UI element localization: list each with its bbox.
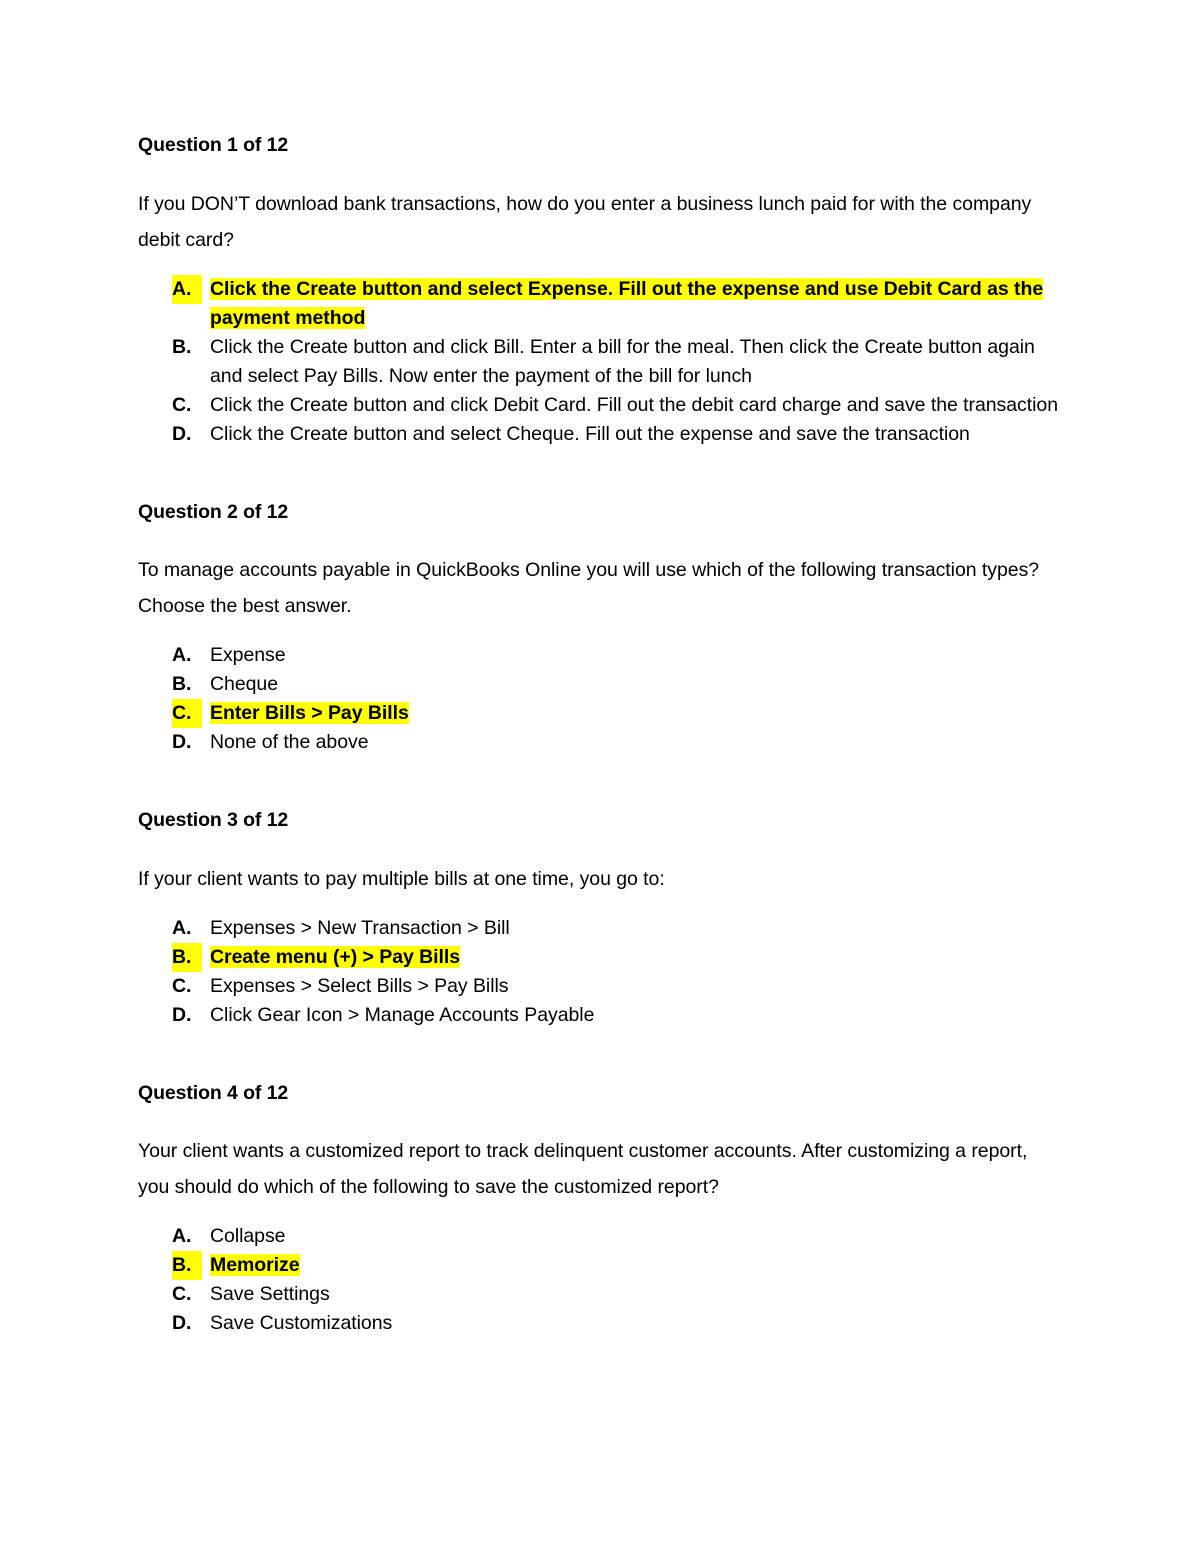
- option-text: Click Gear Icon > Manage Accounts Payabl…: [210, 1003, 595, 1026]
- option-text: None of the above: [210, 731, 369, 753]
- question-block-2: Question 2 of 12 To manage accounts paya…: [138, 500, 1062, 758]
- option-c[interactable]: C. Click the Create button and click Debi…: [138, 391, 1062, 420]
- question-heading: Question 1 of 12: [138, 134, 289, 156]
- option-marker: C.: [172, 393, 192, 416]
- option-text: Expenses > Select Bills > Pay Bills: [210, 974, 509, 997]
- option-marker: D.: [172, 731, 192, 753]
- option-text: Cheque: [210, 673, 279, 695]
- option-text: Click the Create button and click Debit …: [210, 393, 1058, 416]
- option-text: Expenses > New Transaction > Bill: [210, 916, 510, 939]
- option-marker: A.: [172, 1225, 192, 1247]
- option-b[interactable]: B. Memorize: [138, 1251, 1062, 1280]
- document-page: Question 1 of 12 If you DON’T download b…: [0, 0, 1200, 1553]
- option-d[interactable]: D. Save Customizations: [138, 1309, 1062, 1338]
- option-a[interactable]: A. Expense: [138, 641, 1062, 670]
- option-marker: A.: [172, 644, 192, 666]
- question-stem: If you DON’T download bank transactions,…: [138, 192, 1032, 251]
- option-text: Save Customizations: [210, 1312, 393, 1334]
- option-b[interactable]: B. Create menu (+) > Pay Bills: [138, 942, 1062, 972]
- option-marker: B.: [172, 1251, 202, 1280]
- options-list: A. Expenses > New Transaction > Bill B. Cr…: [138, 914, 1062, 1030]
- option-marker: A.: [172, 274, 202, 304]
- question-heading: Question 4 of 12: [138, 1081, 289, 1104]
- option-marker: C.: [172, 1283, 192, 1305]
- option-c[interactable]: C. Enter Bills > Pay Bills: [138, 699, 1062, 728]
- option-marker: D.: [172, 1003, 192, 1026]
- option-text: Save Settings: [210, 1283, 330, 1305]
- option-text: Create menu (+) > Pay Bills: [210, 945, 461, 968]
- option-text: Expense: [210, 644, 286, 666]
- option-marker: A.: [172, 916, 192, 939]
- option-b[interactable]: B. Cheque: [138, 670, 1062, 699]
- question-stem: If your client wants to pay multiple bil…: [138, 867, 665, 890]
- option-text: Collapse: [210, 1225, 286, 1247]
- option-marker: B.: [172, 942, 202, 972]
- option-marker: D.: [172, 1312, 192, 1334]
- option-a[interactable]: A. Click the Create button and select Exp…: [138, 274, 1062, 333]
- option-marker: C.: [172, 699, 202, 728]
- question-block-4: Question 4 of 12 Your client wants a cus…: [138, 1081, 1062, 1339]
- option-text: Click the Create button and click Bill. …: [210, 335, 1035, 387]
- option-text: Click the Create button and select Expen…: [210, 277, 1044, 329]
- option-d[interactable]: D. Click the Create button and select Che…: [138, 420, 1062, 449]
- option-text: Memorize: [210, 1254, 300, 1276]
- option-marker: B.: [172, 673, 192, 695]
- options-list: A. Collapse B. Memorize C. Save Settings D.…: [138, 1222, 1062, 1338]
- question-stem: To manage accounts payable in QuickBooks…: [138, 559, 1040, 617]
- question-heading: Question 3 of 12: [138, 809, 289, 831]
- option-c[interactable]: C. Save Settings: [138, 1280, 1062, 1309]
- option-d[interactable]: D. Click Gear Icon > Manage Accounts Paya…: [138, 1001, 1062, 1030]
- question-block-3: Question 3 of 12 If your client wants to…: [138, 809, 1062, 1030]
- question-block-1: Question 1 of 12 If you DON’T download b…: [138, 134, 1062, 449]
- option-c[interactable]: C. Expenses > Select Bills > Pay Bills: [138, 972, 1062, 1001]
- option-d[interactable]: D. None of the above: [138, 728, 1062, 757]
- option-b[interactable]: B. Click the Create button and click Bill…: [138, 333, 1062, 391]
- question-stem: Your client wants a customized report to…: [138, 1140, 1028, 1198]
- option-a[interactable]: A. Collapse: [138, 1222, 1062, 1251]
- question-heading: Question 2 of 12: [138, 500, 289, 523]
- option-marker: B.: [172, 335, 192, 358]
- option-marker: C.: [172, 974, 192, 997]
- options-list: A. Expense B. Cheque C. Enter Bills > Pay B…: [138, 641, 1062, 757]
- option-marker: D.: [172, 422, 192, 445]
- options-list: A. Click the Create button and select Exp…: [138, 274, 1062, 449]
- document-body: Question 1 of 12 If you DON’T download b…: [138, 134, 1062, 1339]
- option-text: Enter Bills > Pay Bills: [210, 702, 409, 724]
- option-a[interactable]: A. Expenses > New Transaction > Bill: [138, 914, 1062, 943]
- option-text: Click the Create button and select Chequ…: [210, 422, 970, 445]
